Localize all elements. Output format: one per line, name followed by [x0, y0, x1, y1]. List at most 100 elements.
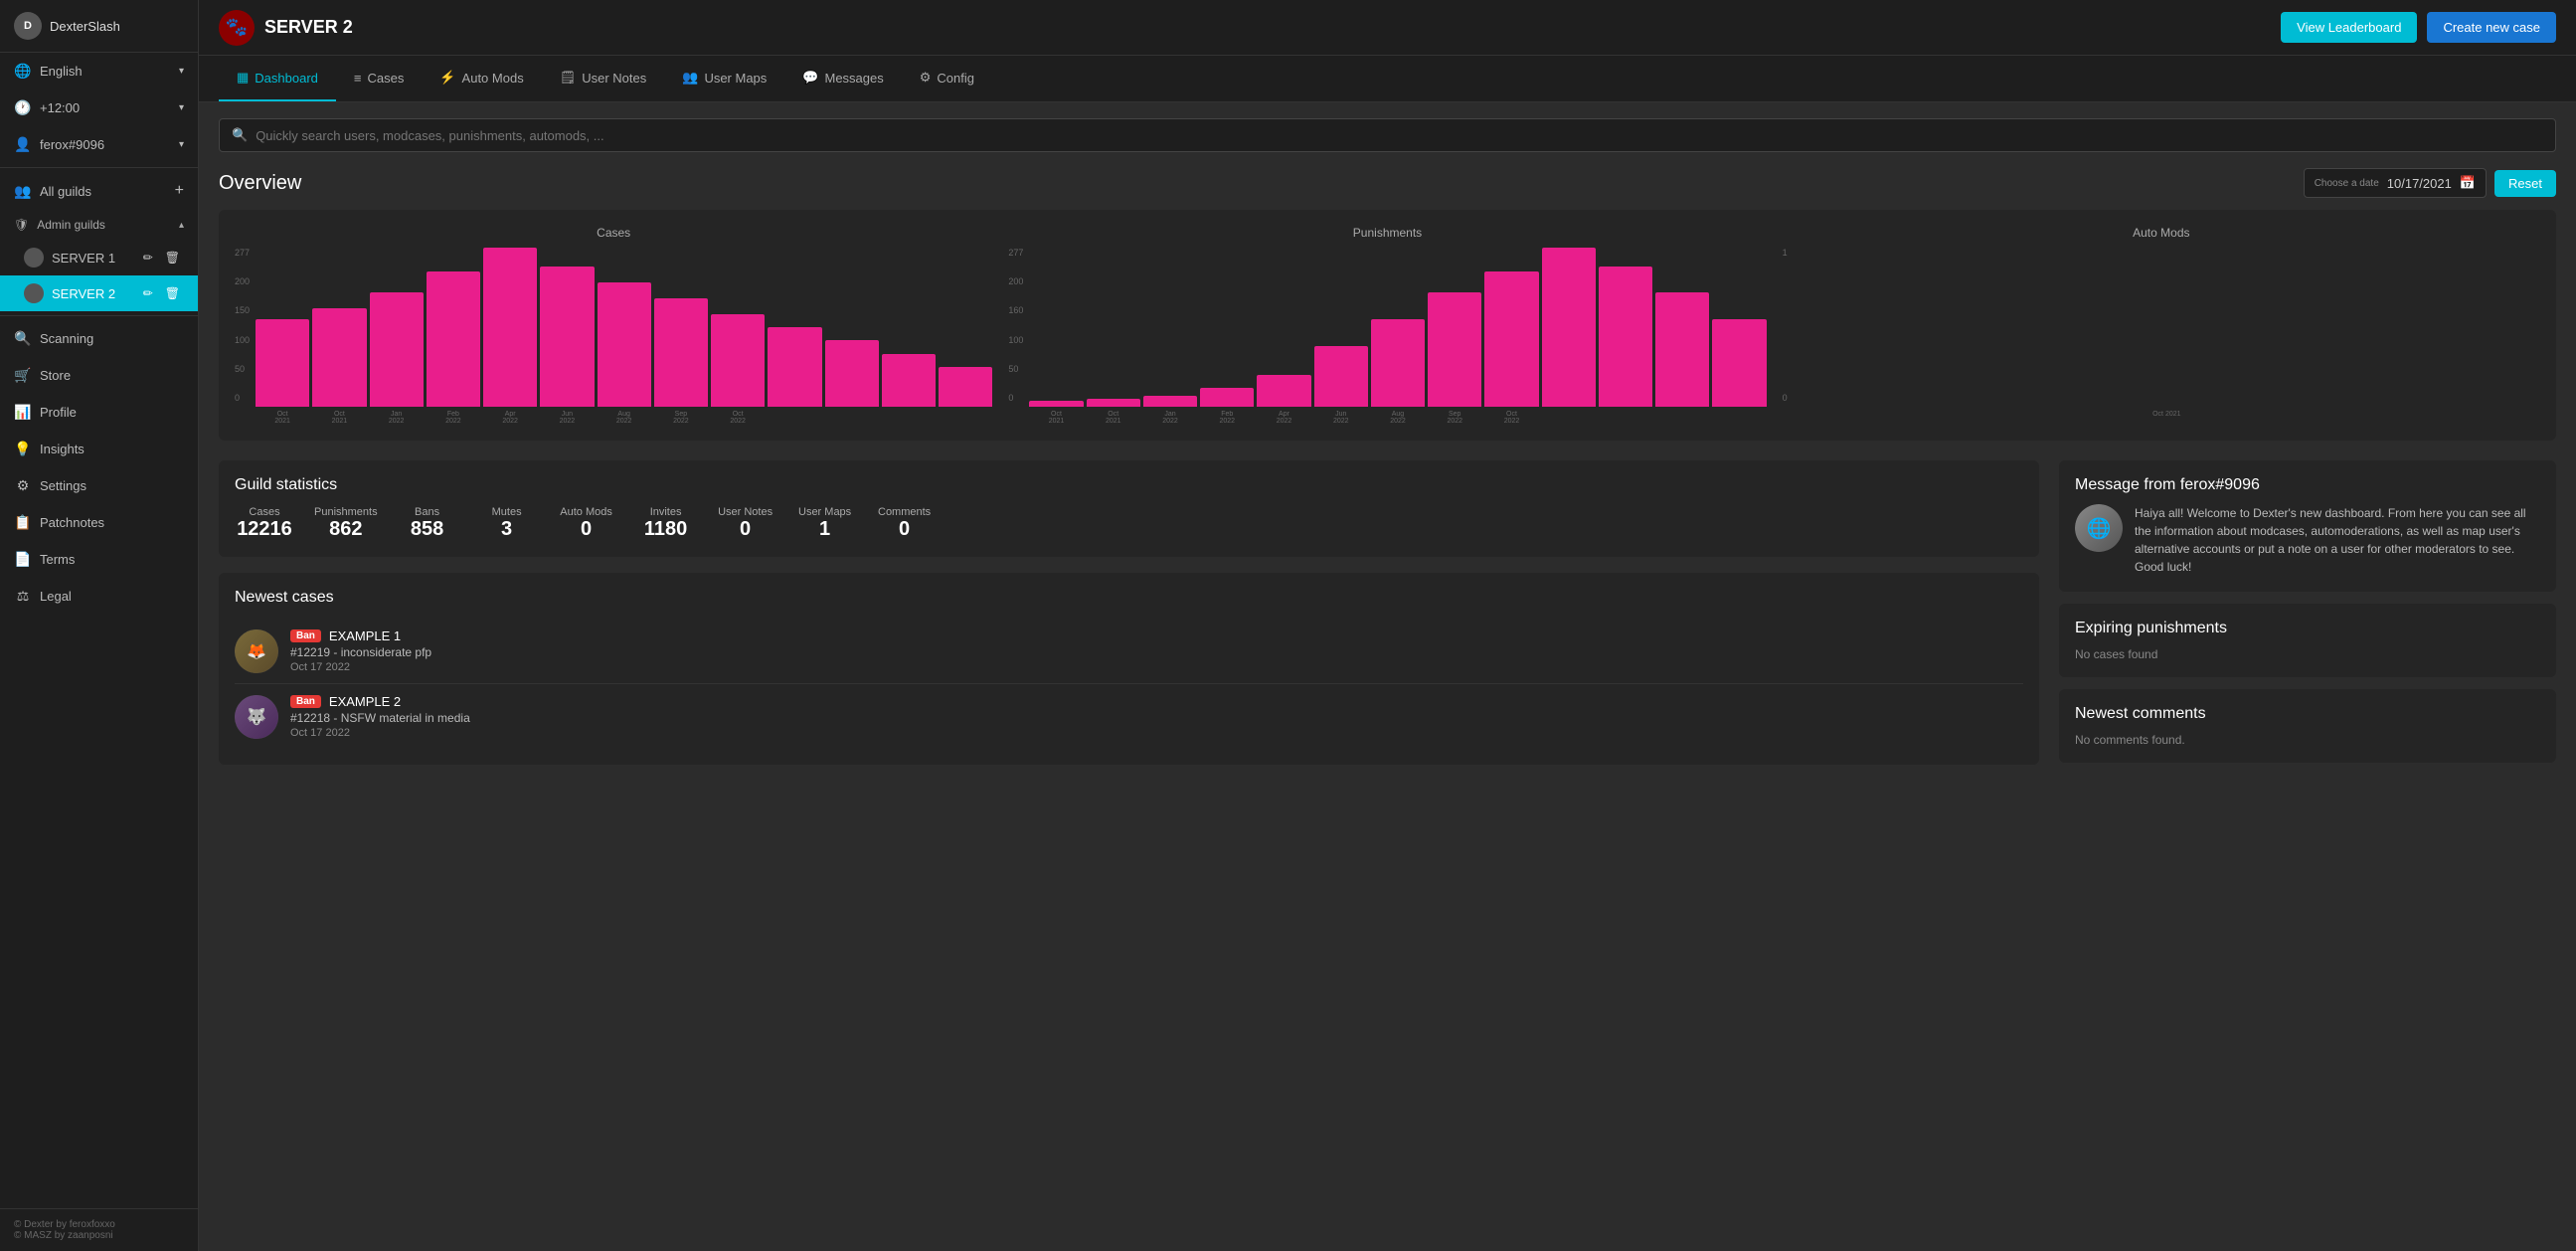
- automods-tab-icon: ⚡: [439, 70, 455, 86]
- case1-name: EXAMPLE 1: [329, 628, 401, 643]
- language-icon: 🌐: [14, 63, 32, 80]
- message-panel: Message from ferox#9096 🌐 Haiya all! Wel…: [2059, 460, 2556, 592]
- case2-desc: #12218 - NSFW material in media: [290, 711, 2023, 725]
- sidebar-item-terms[interactable]: 📄 Terms: [0, 541, 198, 578]
- patchnotes-icon: 📋: [14, 514, 32, 531]
- add-guild-icon[interactable]: +: [175, 182, 184, 200]
- sidebar-item-patchnotes[interactable]: 📋 Patchnotes: [0, 504, 198, 541]
- guild-stats-title: Guild statistics: [235, 476, 2023, 494]
- sidebar-item-timezone[interactable]: 🕐 +12:00 ▾: [0, 89, 198, 126]
- stat-punishments-label: Punishments: [314, 506, 378, 518]
- sidebar-item-settings[interactable]: ⚙ Settings: [0, 467, 198, 504]
- stat-punishments-value: 862: [314, 518, 378, 541]
- footer-line1: © Dexter by feroxfoxxo: [14, 1219, 184, 1230]
- timezone-label: +12:00: [40, 100, 80, 115]
- terms-icon: 📄: [14, 551, 32, 568]
- server2-icon: [24, 283, 44, 303]
- tab-usermaps[interactable]: 👥 User Maps: [664, 56, 784, 101]
- cases-chart: Cases 277200150100500: [235, 226, 992, 425]
- case1-desc: #12219 - inconsiderate pfp: [290, 645, 2023, 659]
- sidebar-item-language[interactable]: 🌐 English ▾: [0, 53, 198, 89]
- stat-comments: Comments 0: [875, 506, 935, 541]
- patchnotes-label: Patchnotes: [40, 515, 104, 530]
- tab-usernotes[interactable]: 🗒 User Notes: [542, 56, 665, 101]
- scanning-label: Scanning: [40, 331, 93, 346]
- stat-automods-value: 0: [557, 518, 616, 541]
- usernotes-tab-icon: 🗒: [560, 70, 577, 86]
- sidebar-group-admin-guilds[interactable]: 🛡 Admin guilds ▴: [0, 210, 198, 240]
- stat-mutes-value: 3: [477, 518, 537, 541]
- stat-automods-label: Auto Mods: [557, 506, 616, 518]
- server1-name: SERVER 1: [52, 251, 115, 266]
- server1-edit-button[interactable]: ✏: [139, 249, 157, 267]
- date-picker-area: Choose a date 10/17/2021 📅 Reset: [2304, 168, 2556, 198]
- message-panel-title: Message from ferox#9096: [2075, 476, 2540, 494]
- case1-avatar: 🦊: [235, 629, 278, 673]
- terms-label: Terms: [40, 552, 75, 567]
- sidebar-server-1[interactable]: SERVER 1 ✏ 🗑: [0, 240, 198, 275]
- message-from: 🌐 Haiya all! Welcome to Dexter's new das…: [2075, 504, 2540, 576]
- server1-actions: ✏ 🗑: [139, 249, 184, 267]
- case2-date: Oct 17 2022: [290, 727, 2023, 739]
- sidebar-username: DexterSlash: [50, 19, 184, 34]
- newest-comments-empty: No comments found.: [2075, 733, 2540, 747]
- view-leaderboard-button[interactable]: View Leaderboard: [2281, 12, 2417, 43]
- settings-icon: ⚙: [14, 477, 32, 494]
- server1-delete-button[interactable]: 🗑: [161, 249, 184, 267]
- insights-icon: 💡: [14, 441, 32, 457]
- tab-cases[interactable]: ≡ Cases: [336, 56, 422, 101]
- sidebar-item-insights[interactable]: 💡 Insights: [0, 431, 198, 467]
- tab-config[interactable]: ⚙ Config: [902, 56, 992, 101]
- date-value: 10/17/2021: [2387, 176, 2452, 191]
- tab-bar: ▦ Dashboard ≡ Cases ⚡ Auto Mods 🗒 User N…: [199, 56, 2576, 102]
- legal-icon: ⚖: [14, 588, 32, 605]
- case-item-1[interactable]: 🦊 Ban EXAMPLE 1 #12219 - inconsiderate p…: [235, 619, 2023, 684]
- tab-dashboard[interactable]: ▦ Dashboard: [219, 56, 336, 101]
- date-picker-box[interactable]: Choose a date 10/17/2021 📅: [2304, 168, 2487, 198]
- usernotes-tab-label: User Notes: [582, 71, 646, 86]
- dashboard-tab-icon: ▦: [237, 70, 249, 86]
- sidebar-item-all-guilds[interactable]: 👥 All guilds +: [0, 172, 198, 210]
- clock-icon: 🕐: [14, 99, 32, 116]
- sidebar-item-profile[interactable]: 📊 Profile: [0, 394, 198, 431]
- case2-avatar: 🐺: [235, 695, 278, 739]
- server2-delete-button[interactable]: 🗑: [161, 284, 184, 302]
- automods-chart-title: Auto Mods: [1783, 226, 2540, 240]
- sidebar-item-scanning[interactable]: 🔍 Scanning: [0, 320, 198, 357]
- sidebar: D DexterSlash 🌐 English ▾ 🕐 +12:00 ▾ 👤 f…: [0, 0, 199, 1251]
- expiring-punishments-panel: Expiring punishments No cases found: [2059, 604, 2556, 677]
- sidebar-item-account[interactable]: 👤 ferox#9096 ▾: [0, 126, 198, 163]
- usermaps-tab-label: User Maps: [704, 71, 767, 86]
- tab-messages[interactable]: 💬 Messages: [784, 56, 901, 101]
- case2-name-row: Ban EXAMPLE 2: [290, 694, 2023, 709]
- stat-bans: Bans 858: [398, 506, 457, 541]
- charts-row: Cases 277200150100500: [219, 210, 2556, 441]
- sidebar-server-2[interactable]: SERVER 2 ✏ 🗑: [0, 275, 198, 311]
- reset-button[interactable]: Reset: [2494, 170, 2556, 197]
- newest-cases-card: Newest cases 🦊 Ban EXAMPLE 1 #12219 - in…: [219, 573, 2039, 765]
- topbar: 🐾 SERVER 2 View Leaderboard Create new c…: [199, 0, 2576, 56]
- sidebar-user[interactable]: D DexterSlash: [0, 0, 198, 53]
- stat-cases-label: Cases: [235, 506, 294, 518]
- overview-section: Overview Choose a date 10/17/2021 📅 Rese…: [219, 168, 2556, 441]
- stat-invites-value: 1180: [636, 518, 696, 541]
- guilds-icon: 👥: [14, 183, 32, 200]
- msg-avatar: 🌐: [2075, 504, 2123, 552]
- case-item-2[interactable]: 🐺 Ban EXAMPLE 2 #12218 - NSFW material i…: [235, 684, 2023, 749]
- footer-line2: © MASZ by zaanposni: [14, 1230, 184, 1241]
- expiring-punishments-title: Expiring punishments: [2075, 620, 2540, 637]
- overview-title: Overview: [219, 172, 301, 195]
- stat-bans-value: 858: [398, 518, 457, 541]
- newest-comments-panel: Newest comments No comments found.: [2059, 689, 2556, 763]
- server2-edit-button[interactable]: ✏: [139, 284, 157, 302]
- case2-ban-badge: Ban: [290, 695, 321, 708]
- search-input[interactable]: [256, 128, 2543, 143]
- config-tab-label: Config: [937, 71, 974, 86]
- search-bar: 🔍: [219, 118, 2556, 152]
- legal-label: Legal: [40, 589, 72, 604]
- tab-automods[interactable]: ⚡ Auto Mods: [422, 56, 541, 101]
- case1-info: Ban EXAMPLE 1 #12219 - inconsiderate pfp…: [290, 628, 2023, 673]
- sidebar-item-legal[interactable]: ⚖ Legal: [0, 578, 198, 615]
- sidebar-item-store[interactable]: 🛒 Store: [0, 357, 198, 394]
- create-new-case-button[interactable]: Create new case: [2427, 12, 2556, 43]
